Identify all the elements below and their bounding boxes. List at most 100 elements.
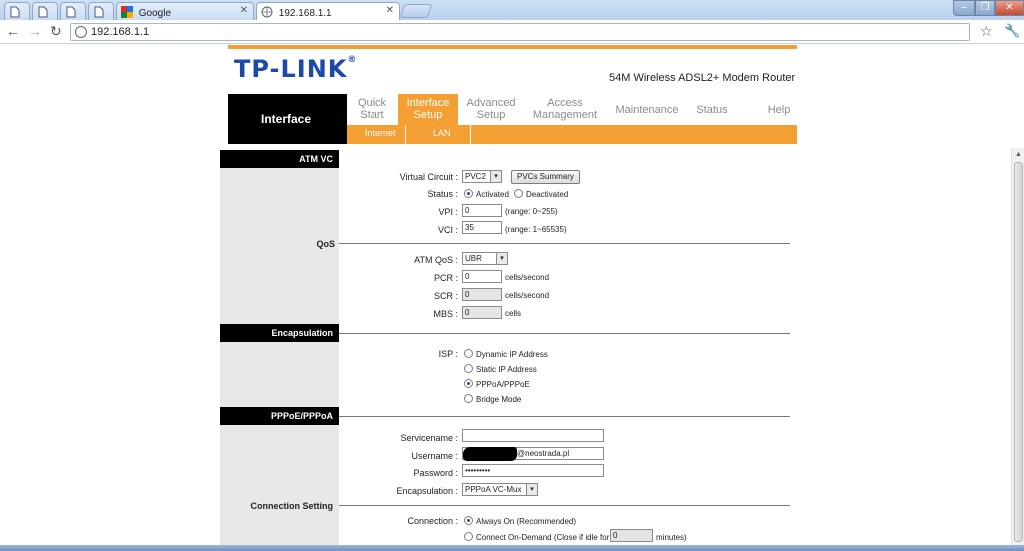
menu-maintenance[interactable]: Maintenance bbox=[613, 104, 681, 116]
idle-unit: minutes) bbox=[656, 533, 687, 542]
isp-static-ip-radio[interactable] bbox=[464, 364, 473, 373]
section-header-encapsulation: Encapsulation bbox=[220, 324, 339, 342]
tab-label: Google bbox=[138, 8, 172, 19]
pvcs-summary-button[interactable]: PVCs Summary bbox=[511, 170, 580, 184]
page-icon bbox=[75, 26, 87, 38]
redaction-mark bbox=[463, 447, 517, 461]
close-tab-icon[interactable]: ✕ bbox=[240, 5, 248, 16]
menu-interface-setup[interactable]: Interface Setup bbox=[398, 94, 458, 125]
section-title: Interface bbox=[228, 94, 347, 144]
password-label: Password : bbox=[413, 468, 458, 478]
submenu-internet[interactable]: Internet bbox=[365, 128, 396, 138]
vpi-input[interactable]: 0 bbox=[462, 204, 502, 217]
new-tab-button[interactable] bbox=[399, 4, 433, 18]
idle-minutes-input[interactable]: 0 bbox=[610, 529, 653, 542]
browser-tab[interactable] bbox=[60, 2, 86, 20]
address-bar[interactable]: 192.168.1.1 bbox=[70, 23, 970, 41]
browser-toolbar: ← → ↻ 192.168.1.1 ☆ 🔧 bbox=[0, 20, 1024, 44]
submenu-lan[interactable]: LAN bbox=[433, 128, 451, 138]
menu-status[interactable]: Status bbox=[692, 104, 732, 116]
on-demand-label: Connect On-Demand (Close if idle for bbox=[476, 533, 610, 542]
vpi-label: VPI : bbox=[438, 207, 458, 217]
dropdown-arrow-icon: ▾ bbox=[490, 171, 501, 182]
scr-unit: cells/second bbox=[505, 291, 550, 300]
browser-tab-strip: Google ✕ 192.168.1.1 ✕ – ❐ ✕ bbox=[0, 0, 1024, 21]
browser-tab-google[interactable]: Google ✕ bbox=[116, 2, 254, 20]
reload-icon[interactable]: ↻ bbox=[50, 23, 62, 40]
mbs-input[interactable]: 0 bbox=[462, 306, 502, 319]
scrollbar-thumb[interactable] bbox=[1014, 162, 1023, 542]
connection-on-demand-radio[interactable] bbox=[464, 532, 473, 541]
model-name: 54M Wireless ADSL2+ Modem Router bbox=[609, 72, 796, 84]
minimize-button[interactable]: – bbox=[953, 0, 975, 16]
tab-label: 192.168.1.1 bbox=[278, 8, 332, 19]
status-deactivated-radio[interactable] bbox=[514, 189, 523, 198]
connection-label: Connection : bbox=[407, 516, 458, 526]
address-text: 192.168.1.1 bbox=[91, 26, 150, 38]
vci-label: VCI : bbox=[437, 225, 458, 235]
pcr-unit: cells/second bbox=[505, 273, 550, 282]
section-divider bbox=[339, 333, 790, 334]
status-activated-radio[interactable] bbox=[464, 189, 473, 198]
os-taskbar bbox=[0, 545, 1024, 551]
section-label-connection-setting: Connection Setting bbox=[250, 501, 334, 511]
isp-option-label: PPPoA/PPPoE bbox=[476, 380, 530, 389]
browser-tab[interactable] bbox=[88, 2, 114, 20]
mbs-label: MBS : bbox=[433, 309, 458, 319]
vci-range: (range: 1~65535) bbox=[505, 225, 567, 234]
wrench-icon[interactable]: 🔧 bbox=[1004, 23, 1020, 39]
scr-label: SCR : bbox=[433, 291, 458, 301]
menu-help[interactable]: Help bbox=[764, 104, 794, 116]
menu-access-management[interactable]: Access Management bbox=[530, 97, 600, 121]
mbs-unit: cells bbox=[505, 309, 522, 318]
back-arrow-icon[interactable]: ← bbox=[6, 23, 20, 39]
vci-input[interactable]: 35 bbox=[462, 221, 502, 234]
section-header-pppoe-pppoa: PPPoE/PPPoA bbox=[220, 407, 339, 425]
servicename-input[interactable] bbox=[462, 429, 604, 442]
vpi-range: (range: 0~255) bbox=[505, 207, 558, 216]
submenu-bar: Internet LAN bbox=[347, 125, 797, 144]
status-deactivated-label: Deactivated bbox=[526, 190, 569, 199]
submenu-divider bbox=[470, 125, 471, 144]
document-icon bbox=[37, 6, 49, 18]
status-activated-label: Activated bbox=[476, 190, 509, 199]
scr-input[interactable]: 0 bbox=[462, 288, 502, 301]
section-label-qos: QoS bbox=[316, 239, 335, 249]
browser-tab[interactable] bbox=[4, 2, 30, 20]
isp-pppoa-pppoe-radio[interactable] bbox=[464, 379, 473, 388]
dropdown-arrow-icon: ▾ bbox=[496, 253, 507, 264]
pcr-input[interactable]: 0 bbox=[462, 270, 502, 283]
menu-quick-start[interactable]: Quick Start bbox=[352, 97, 392, 121]
maximize-button[interactable]: ❐ bbox=[975, 0, 995, 16]
section-divider bbox=[339, 416, 790, 417]
isp-option-label: Dynamic IP Address bbox=[476, 350, 548, 359]
document-icon bbox=[93, 6, 105, 18]
section-divider bbox=[339, 505, 790, 506]
isp-option-label: Static IP Address bbox=[476, 365, 537, 374]
encapsulation-select[interactable]: PPPoA VC-Mux ▾ bbox=[462, 483, 538, 496]
virtual-circuit-select[interactable]: PVC2 ▾ bbox=[462, 170, 502, 183]
virtual-circuit-label: Virtual Circuit : bbox=[399, 172, 458, 182]
forward-arrow-icon[interactable]: → bbox=[28, 23, 42, 39]
bookmark-star-icon[interactable]: ☆ bbox=[980, 23, 993, 40]
isp-option-label: Bridge Mode bbox=[476, 395, 522, 404]
menu-advanced-setup[interactable]: Advanced Setup bbox=[465, 97, 517, 121]
close-tab-icon[interactable]: ✕ bbox=[386, 5, 394, 16]
atm-qos-select[interactable]: UBR ▾ bbox=[462, 252, 508, 265]
isp-label: ISP : bbox=[438, 349, 458, 359]
browser-tab-router[interactable]: 192.168.1.1 ✕ bbox=[256, 2, 400, 21]
header-accent-bar bbox=[228, 45, 797, 49]
document-icon bbox=[65, 6, 77, 18]
connection-always-on-radio[interactable] bbox=[464, 516, 473, 525]
isp-bridge-mode-radio[interactable] bbox=[464, 394, 473, 403]
password-input[interactable]: ••••••••• bbox=[462, 464, 604, 477]
google-icon bbox=[121, 6, 133, 18]
close-window-button[interactable]: ✕ bbox=[995, 0, 1024, 16]
scroll-up-icon[interactable]: ▲ bbox=[1015, 151, 1022, 158]
document-icon bbox=[9, 6, 21, 18]
status-label: Status : bbox=[427, 189, 458, 199]
page-scrollbar[interactable]: ▲ bbox=[1011, 148, 1024, 545]
isp-dynamic-ip-radio[interactable] bbox=[464, 349, 473, 358]
browser-tab[interactable] bbox=[32, 2, 58, 20]
section-divider bbox=[339, 243, 790, 244]
